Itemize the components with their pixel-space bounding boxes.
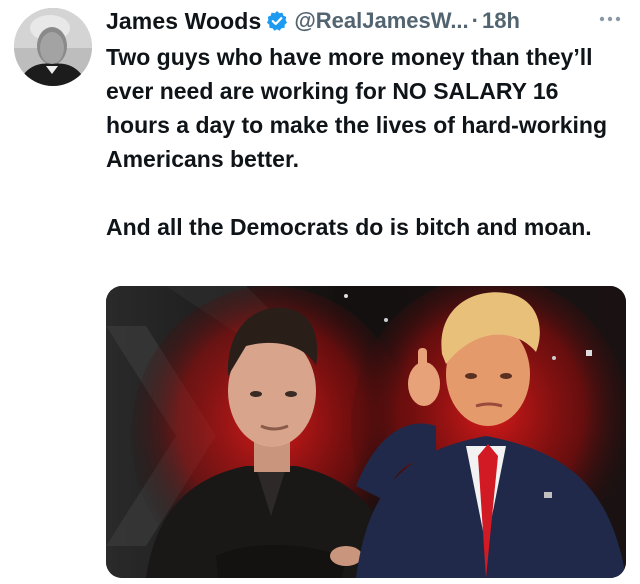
tweet-image[interactable] [106,286,626,578]
header-separator: · [471,8,479,33]
tweet-text: Two guys who have more money than they’l… [106,44,608,240]
tweet-timestamp[interactable]: 18h [482,8,520,34]
author-avatar[interactable] [14,8,92,86]
author-name[interactable]: James Woods [106,8,261,35]
author-handle[interactable]: @RealJamesW... [294,8,468,34]
more-options-icon[interactable] [596,12,624,26]
verified-badge-icon[interactable] [266,10,288,32]
tweet-card[interactable]: James Woods @RealJamesW... · 18h Two guy… [0,0,640,584]
tweet-header: James Woods @RealJamesW... · 18h [106,6,626,36]
